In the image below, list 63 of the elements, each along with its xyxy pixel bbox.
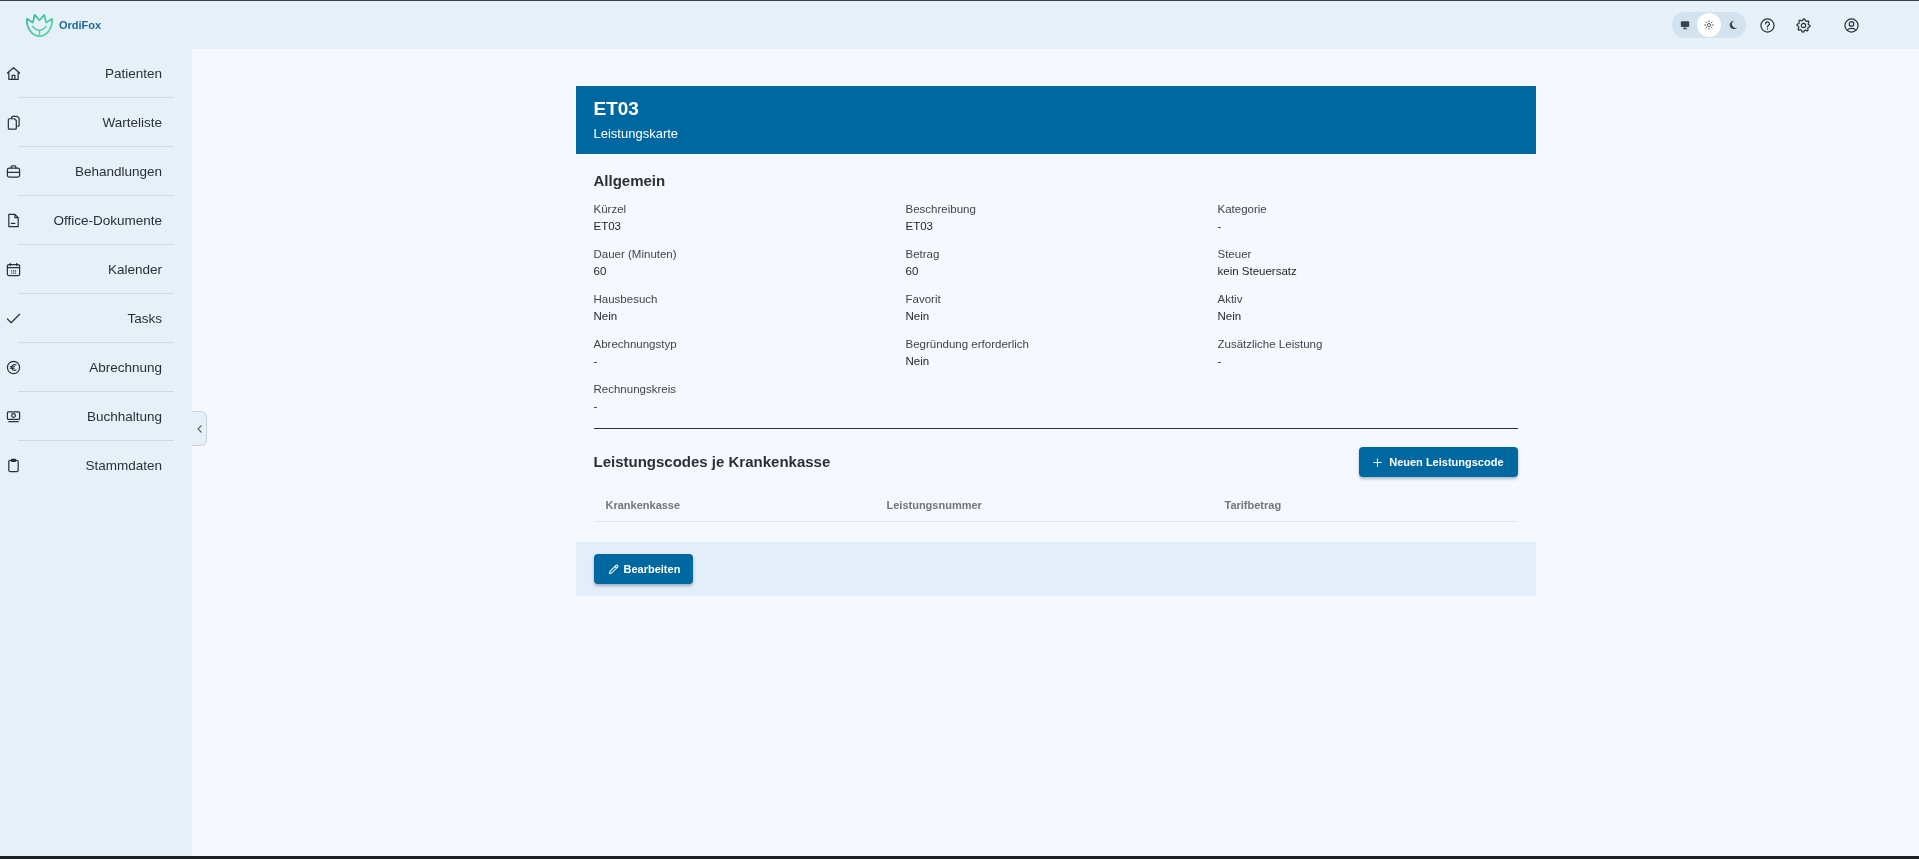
pencil-icon [607,563,619,575]
calendar-icon [6,261,21,277]
moon-icon [1728,20,1738,30]
field-value: ET03 [593,219,621,234]
field-label: Hausbesuch [593,292,658,307]
field-label: Beschreibung [905,202,976,217]
field-label: Kategorie [1217,202,1267,217]
field-label: Betrag [905,247,940,262]
logo-icon [24,12,55,38]
field-value: Nein [905,309,930,324]
nav-item[interactable]: Buchhaltung [0,392,192,440]
card-subtitle: Leistungskarte [593,125,680,143]
nav-item[interactable]: Kalender [0,245,192,293]
field-value: - [1217,219,1222,234]
section-heading: Allgemein [593,171,667,191]
field-value: - [593,399,598,414]
nav-item[interactable]: Tasks [0,294,192,342]
column-header: Krankenkasse [605,499,681,511]
section-heading: Leistungscodes je Krankenkasse [593,452,831,472]
field-label: Favorit [905,292,941,307]
field-value: 60 [905,264,919,279]
nav-item[interactable]: Office-Dokumente [0,196,192,244]
document-icon [6,212,21,228]
add-code-button[interactable]: Neuen Leistungscode [1359,447,1518,477]
edit-button[interactable]: Bearbeiten [593,554,694,584]
app-name: OrdiFox [59,19,102,31]
documents-icon [6,114,21,130]
column-header: Tarifbetrag [1224,499,1282,511]
nav-item[interactable]: Patienten [0,49,192,97]
field-label: Rechnungskreis [593,382,676,397]
field-value: - [1217,354,1222,369]
field-label: Steuer [1217,247,1252,262]
nav-item[interactable]: Stammdaten [0,441,192,489]
chevron-left-icon [196,424,202,433]
help-icon [1759,17,1775,33]
card-title: ET03 [593,97,640,121]
field-label: Kürzel [593,202,627,217]
settings-icon [1795,17,1811,33]
field-value: - [593,354,598,369]
field-value: Nein [905,354,930,369]
field-label: Begründung erforderlich [905,337,1029,352]
banknote-icon [6,408,21,424]
monitor-icon [1680,20,1690,30]
nav-item[interactable]: Warteliste [0,98,192,146]
field-value: 60 [593,264,607,279]
clipboard-icon [6,457,21,473]
sun-icon [1704,20,1714,30]
field-value: Nein [593,309,618,324]
nav-item[interactable]: Behandlungen [0,147,192,195]
briefcase-icon [6,163,21,179]
field-label: Aktiv [1217,292,1243,307]
column-header: Leistungsnummer [886,499,982,511]
field-label: Zusätzliche Leistung [1217,337,1323,352]
euro-coin-icon [6,359,21,375]
nav-item[interactable]: Abrechnung [0,343,192,391]
house-icon [6,65,21,81]
field-label: Abrechnungstyp [593,337,677,352]
field-value: Nein [1217,309,1242,324]
field-value: kein Steuersatz [1217,264,1297,279]
plus-icon [1373,457,1383,467]
user-icon [1843,17,1859,33]
field-label: Dauer (Minuten) [593,247,677,262]
field-value: ET03 [905,219,933,234]
